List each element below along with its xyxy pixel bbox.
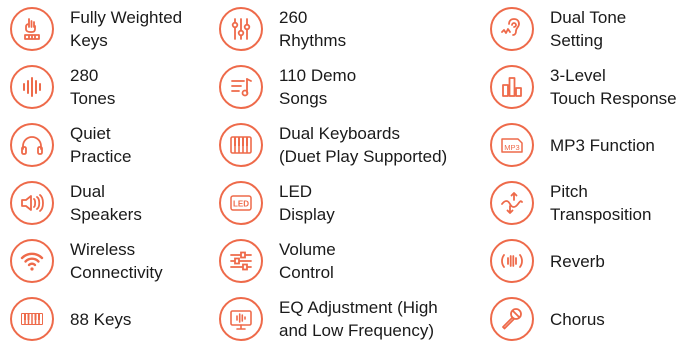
ear-icon (490, 7, 534, 51)
feature-mp3-function: MP3 MP3 Function (490, 120, 655, 170)
feature-quiet-practice: Quiet Practice (10, 120, 131, 170)
volume-sliders-icon (219, 239, 263, 283)
feature-label: Reverb (550, 251, 605, 271)
feature-rhythms: 260 Rhythms (219, 4, 346, 54)
svg-text:LED: LED (233, 200, 249, 209)
microphone-icon (490, 297, 534, 341)
feature-label: 3-Level Touch Response (550, 66, 677, 108)
sliders-icon (219, 7, 263, 51)
feature-label: EQ Adjustment (High and Low Frequency) (279, 298, 438, 340)
feature-label: Fully Weighted Keys (70, 8, 183, 50)
mp3-file-icon: MP3 (490, 123, 534, 167)
feature-label: LED Display (279, 182, 335, 224)
waveform-icon (10, 65, 54, 109)
piano-keys-icon (10, 297, 54, 341)
eq-monitor-icon (219, 297, 263, 341)
feature-label: 110 Demo Songs (279, 66, 357, 108)
keyboard-icon (219, 123, 263, 167)
feature-tones: 280 Tones (10, 62, 115, 112)
hand-keys-icon (10, 7, 54, 51)
feature-label: Dual Keyboards (Duet Play Supported) (279, 124, 448, 166)
feature-label: Quiet Practice (70, 124, 132, 166)
feature-wireless-connectivity: Wireless Connectivity (10, 236, 163, 286)
music-list-icon (219, 65, 263, 109)
feature-label: Dual Speakers (70, 182, 142, 224)
feature-dual-keyboards: Dual Keyboards (Duet Play Supported) (219, 120, 447, 170)
feature-touch-response: 3-Level Touch Response (490, 62, 677, 112)
feature-dual-tone-setting: Dual Tone Setting (490, 4, 626, 54)
feature-label: Dual Tone Setting (550, 8, 627, 50)
feature-led-display: LED LED Display (219, 178, 335, 228)
bar-levels-icon (490, 65, 534, 109)
feature-demo-songs: 110 Demo Songs (219, 62, 356, 112)
svg-text:MP3: MP3 (504, 143, 519, 152)
reverb-icon (490, 239, 534, 283)
headphones-icon (10, 123, 54, 167)
feature-pitch-transposition: Pitch Transposition (490, 178, 651, 228)
speaker-icon (10, 181, 54, 225)
feature-88-keys: 88 Keys (10, 294, 131, 344)
feature-label: Volume Control (279, 240, 336, 282)
led-display-icon: LED (219, 181, 263, 225)
features-grid: Fully Weighted Keys 260 Rhythms Dual Ton… (0, 0, 696, 345)
feature-volume-control: Volume Control (219, 236, 336, 286)
feature-reverb: Reverb (490, 236, 605, 286)
feature-fully-weighted-keys: Fully Weighted Keys (10, 4, 182, 54)
feature-label: Wireless Connectivity (70, 240, 163, 282)
feature-label: 88 Keys (70, 309, 132, 329)
feature-label: 260 Rhythms (279, 8, 347, 50)
feature-label: Chorus (550, 309, 605, 329)
feature-dual-speakers: Dual Speakers (10, 178, 142, 228)
feature-label: Pitch Transposition (550, 182, 652, 224)
feature-label: 280 Tones (70, 66, 116, 108)
feature-chorus: Chorus (490, 294, 605, 344)
feature-eq-adjustment: EQ Adjustment (High and Low Frequency) (219, 294, 438, 344)
pitch-arrows-icon (490, 181, 534, 225)
wifi-icon (10, 239, 54, 283)
feature-label: MP3 Function (550, 135, 655, 155)
